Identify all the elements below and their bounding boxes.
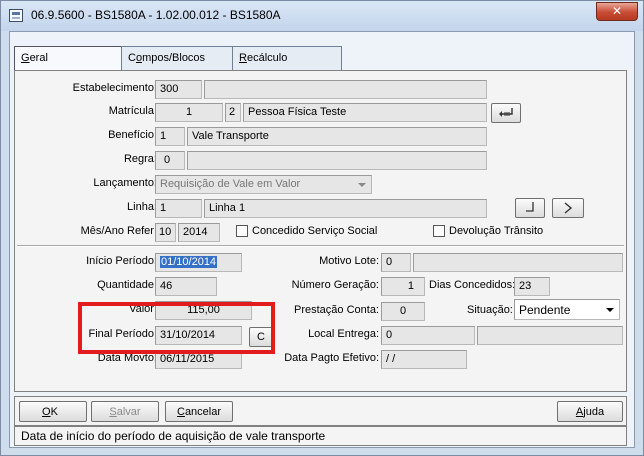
- inicio-periodo-label: Início Período:: [86, 255, 157, 267]
- regra-label: Regra:: [123, 153, 157, 165]
- local-entrega-label: Local Entrega:: [308, 328, 379, 340]
- lancamento-label: Lançamento:: [93, 177, 157, 189]
- linha-field[interactable]: 1: [155, 199, 202, 218]
- motivo-lote-field[interactable]: 0: [381, 253, 411, 272]
- prestacao-conta-field: 0: [381, 302, 425, 321]
- dias-concedidos-field: 23: [514, 277, 550, 296]
- situacao-label: Situação:: [467, 304, 513, 316]
- highlight-box: [78, 302, 275, 354]
- check-icon: [526, 202, 534, 212]
- data-pagto-efetivo-field: / /: [381, 350, 467, 369]
- data-pagto-efetivo-label: Data Pagto Efetivo:: [284, 352, 379, 364]
- section-divider: [17, 245, 624, 247]
- linha-next-button[interactable]: [552, 198, 584, 218]
- app-window: 06.9.5600 - BS1580A - 1.02.00.012 - BS15…: [0, 0, 644, 456]
- enter-arrow-icon: [499, 108, 513, 117]
- window-title: 06.9.5600 - BS1580A - 1.02.00.012 - BS15…: [31, 8, 281, 22]
- button-bar: OK Salvar Cancelar Ajuda: [14, 396, 627, 426]
- close-button[interactable]: ✕: [596, 2, 638, 21]
- app-icon: [9, 9, 23, 22]
- beneficio-desc-field: Vale Transporte: [187, 127, 487, 146]
- matricula-field[interactable]: 1: [155, 103, 223, 122]
- ok-button[interactable]: OK: [19, 401, 87, 422]
- lancamento-select[interactable]: Requisição de Vale em Valor: [155, 175, 372, 194]
- concedido-servico-social-checkbox[interactable]: [236, 225, 248, 237]
- estabelecimento-field[interactable]: 300: [155, 80, 202, 99]
- quantidade-field[interactable]: 46: [155, 277, 217, 296]
- quantidade-label: Quantidade:: [97, 279, 157, 291]
- dias-concedidos-label: Dias Concedidos:: [429, 279, 516, 291]
- concedido-servico-social-label: Concedido Serviço Social: [252, 225, 378, 237]
- mes-refer-field[interactable]: 10: [155, 223, 176, 242]
- beneficio-label: Benefício:: [108, 129, 157, 141]
- linha-label: Linha:: [127, 201, 157, 213]
- inicio-periodo-field[interactable]: 01/10/2014: [155, 253, 242, 272]
- linha-confirm-button[interactable]: [515, 198, 545, 218]
- beneficio-field[interactable]: 1: [155, 127, 185, 146]
- zoom-matricula-button[interactable]: [491, 103, 521, 123]
- devolucao-transito-checkbox[interactable]: [433, 225, 445, 237]
- local-entrega-field[interactable]: 0: [381, 326, 475, 345]
- tab-geral[interactable]: Geral: [14, 46, 122, 72]
- chevron-right-icon: [564, 202, 573, 214]
- salvar-button[interactable]: Salvar: [91, 401, 159, 422]
- mes-ano-label: Mês/Ano Refer:: [80, 225, 157, 237]
- form-panel: Estabelecimento: 300 Matrícula: 1 2 Pess…: [14, 70, 627, 392]
- tab-recalculo[interactable]: Recálculo: [232, 46, 342, 70]
- motivo-lote-desc-field: [413, 253, 623, 272]
- tab-campos-blocos[interactable]: Compos/Blocos: [121, 46, 233, 70]
- numero-geracao-field: 1: [381, 277, 425, 296]
- chevron-down-icon: [358, 183, 366, 187]
- numero-geracao-label: Número Geração:: [291, 279, 379, 291]
- matricula-label: Matrícula:: [108, 105, 157, 117]
- ano-refer-field[interactable]: 2014: [178, 223, 220, 242]
- matricula-tipo-field: 2: [225, 103, 241, 122]
- ajuda-button[interactable]: Ajuda: [557, 401, 623, 422]
- regra-desc-field: [187, 151, 487, 170]
- situacao-select[interactable]: Pendente: [514, 299, 620, 320]
- estabelecimento-desc-field: [204, 80, 487, 99]
- main-client-area: Geral Compos/Blocos Recálculo Estabeleci…: [9, 31, 635, 448]
- title-bar[interactable]: 06.9.5600 - BS1580A - 1.02.00.012 - BS15…: [1, 1, 643, 31]
- chevron-down-icon: [606, 308, 614, 312]
- local-entrega-desc-field: [477, 326, 623, 345]
- estabelecimento-label: Estabelecimento:: [72, 82, 157, 94]
- status-bar: Data de início do período de aquisição d…: [14, 426, 627, 446]
- devolucao-transito-label: Devolução Trânsito: [449, 225, 544, 237]
- close-icon: ✕: [611, 4, 623, 18]
- prestacao-conta-label: Prestação Conta:: [294, 304, 379, 316]
- matricula-nome-field: Pessoa Física Teste: [243, 103, 487, 122]
- regra-field[interactable]: 0: [155, 151, 185, 170]
- cancelar-button[interactable]: Cancelar: [165, 401, 233, 422]
- motivo-lote-label: Motivo Lote:: [319, 255, 379, 267]
- linha-desc-field: Linha 1: [204, 199, 487, 218]
